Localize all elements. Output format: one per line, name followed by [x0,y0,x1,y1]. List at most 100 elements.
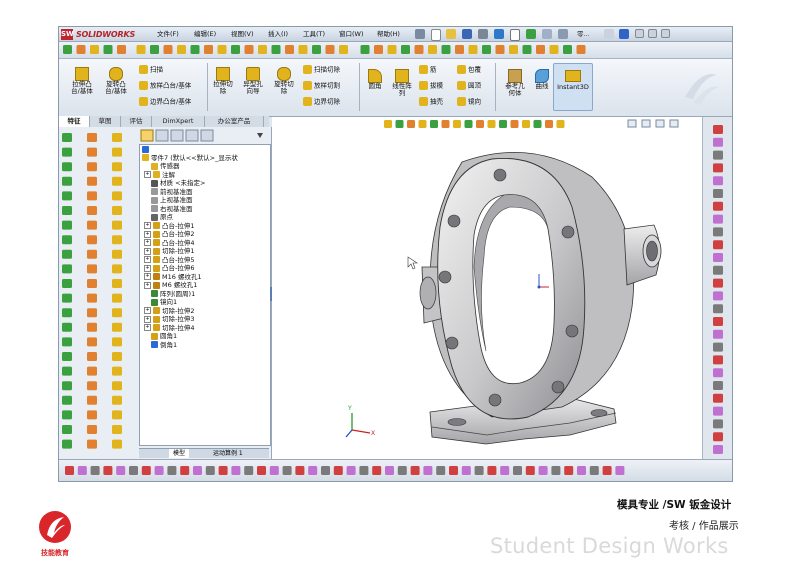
select-icon[interactable] [510,29,520,41]
instant3d-button[interactable]: Instant3D [553,63,593,111]
file-properties-icon[interactable] [542,29,552,39]
tree-root[interactable]: 零件7 (默认<<默认>_显示状 [140,154,270,163]
tree-filter-row[interactable] [140,145,270,154]
dome-button[interactable]: 圆顶 [457,81,493,90]
tree-node[interactable]: 上视基准面 [140,196,270,205]
bottom-toolbar-icons[interactable] [59,460,732,482]
left-icon-columns[interactable] [59,127,139,459]
mirror-button[interactable]: 镜向 [457,97,493,106]
rebuild-icon[interactable] [526,29,536,39]
menu-edit[interactable]: 编辑(E) [194,28,216,40]
expand-icon[interactable]: + [144,273,151,280]
tree-node[interactable]: + 凸台-拉伸4 [140,239,270,248]
expand-icon[interactable]: + [144,281,151,289]
tree-node[interactable]: + 凸台-拉伸6 [140,264,270,273]
tree-node[interactable]: + 注解 [140,171,270,180]
expand-icon[interactable]: + [144,239,151,246]
tab-sketch[interactable]: 草图 [90,116,121,127]
tab-model[interactable]: 模型 [169,449,190,458]
expand-icon[interactable]: + [144,171,151,178]
shell-button[interactable]: 抽壳 [419,97,455,106]
expand-icon[interactable]: + [144,315,151,323]
toolbar-icons[interactable] [59,42,732,58]
tree-node[interactable]: 材质 <未指定> [140,179,270,188]
manager-tabs[interactable] [139,129,269,143]
feature-tool-icon [112,147,122,157]
right-toolbar-icons[interactable] [703,117,733,459]
sweep-button[interactable]: 扫描 [139,65,209,74]
boundary-boss-button[interactable]: 边界凸台/基体 [139,97,209,106]
tree-node[interactable]: + 凸台-拉伸5 [140,256,270,265]
print-icon[interactable] [478,29,488,39]
feature-tool-icon [62,147,72,157]
lofted-cut-button[interactable]: 放样切割 [303,81,361,90]
graphics-area[interactable]: Y X [272,117,702,459]
expand-icon[interactable]: + [144,324,151,331]
menu-window[interactable]: 窗口(W) [339,28,364,40]
revolved-cut-button[interactable]: 旋转切 除 [269,67,299,95]
options-icon[interactable] [558,29,568,39]
fillet-button[interactable]: 圆角 [363,69,387,90]
tab-motion-study[interactable]: 运动算例 1 [209,449,247,458]
revolved-boss-button[interactable]: 旋转凸 台/基体 [99,67,133,95]
menu-help[interactable]: 帮助(H) [377,28,400,40]
new-document-icon[interactable] [431,29,441,41]
expand-icon[interactable]: + [144,264,151,272]
help-icon[interactable] [619,29,629,39]
boundary-cut-button[interactable]: 边界切除 [303,97,361,106]
tree-node[interactable]: 阵列(圆周)1 [140,290,270,299]
extruded-boss-button[interactable]: 拉伸凸 台/基体 [65,67,99,95]
tree-node[interactable]: 圆角1 [140,332,270,341]
menu-insert[interactable]: 插入(I) [268,28,288,40]
search-input[interactable]: 零... [577,28,590,40]
pin-icon[interactable] [415,29,425,39]
menu-tools[interactable]: 工具(T) [303,28,325,40]
tab-dimxpert[interactable]: DimXpert [152,116,205,127]
feature-tool-icon [112,352,122,361]
tree-node[interactable]: 倒角1 [140,341,270,350]
tree-node-label: 前视基准面 [160,187,193,196]
tab-features[interactable]: 特征 [59,116,90,127]
save-icon[interactable] [462,29,472,39]
restore-icon[interactable] [648,29,657,38]
tree-node[interactable]: + 切除-拉伸2 [140,307,270,316]
hole-wizard-button[interactable]: 异型孔 向导 [238,67,268,95]
feature-tool-icon [87,176,97,186]
expand-icon[interactable]: + [144,222,151,229]
tree-node[interactable]: 镜向1 [140,298,270,307]
expand-icon[interactable]: + [144,230,151,238]
close-icon[interactable] [661,29,670,38]
swept-cut-button[interactable]: 扫描切除 [303,65,361,74]
feature-tool-icon [112,235,122,245]
curves-button[interactable]: 曲线 [531,69,553,90]
tree-node[interactable]: + M6 螺纹孔1 [140,281,270,290]
tree-node[interactable]: + 切除-拉伸3 [140,315,270,324]
menu-view[interactable]: 视图(V) [231,28,254,40]
expand-icon[interactable]: + [144,256,151,263]
tree-node[interactable]: + 凸台-拉伸2 [140,230,270,239]
expand-icon[interactable]: + [144,247,151,255]
tree-node[interactable]: + 切除-拉伸4 [140,324,270,333]
search-icon[interactable] [604,29,614,39]
tab-office-products[interactable]: 办公室产品 [205,116,264,127]
menu-file[interactable]: 文件(F) [157,28,179,40]
expand-icon[interactable]: + [144,307,151,314]
tree-node[interactable]: 前视基准面 [140,188,270,197]
tree-node[interactable]: + 凸台-拉伸1 [140,222,270,231]
draft-button[interactable]: 拔模 [419,81,455,90]
tree-node[interactable]: + 切除-拉伸1 [140,247,270,256]
tree-node[interactable]: 传感器 [140,162,270,171]
minimize-icon[interactable] [635,29,644,38]
wrap-button[interactable]: 包覆 [457,65,493,74]
tree-node[interactable]: 原点 [140,213,270,222]
loft-boss-button[interactable]: 放样凸台/基体 [139,81,209,90]
reference-geometry-button[interactable]: 参考几 何体 [499,69,531,97]
extruded-cut-button[interactable]: 拉伸切 除 [209,67,237,95]
linear-pattern-button[interactable]: 线性阵 列 [387,69,417,97]
tree-node[interactable]: + M16 螺纹孔1 [140,273,270,282]
open-icon[interactable] [446,29,456,39]
tree-node[interactable]: 右视基准面 [140,205,270,214]
tab-evaluate[interactable]: 评估 [121,116,152,127]
rib-button[interactable]: 筋 [419,65,455,74]
undo-icon[interactable] [494,29,504,39]
